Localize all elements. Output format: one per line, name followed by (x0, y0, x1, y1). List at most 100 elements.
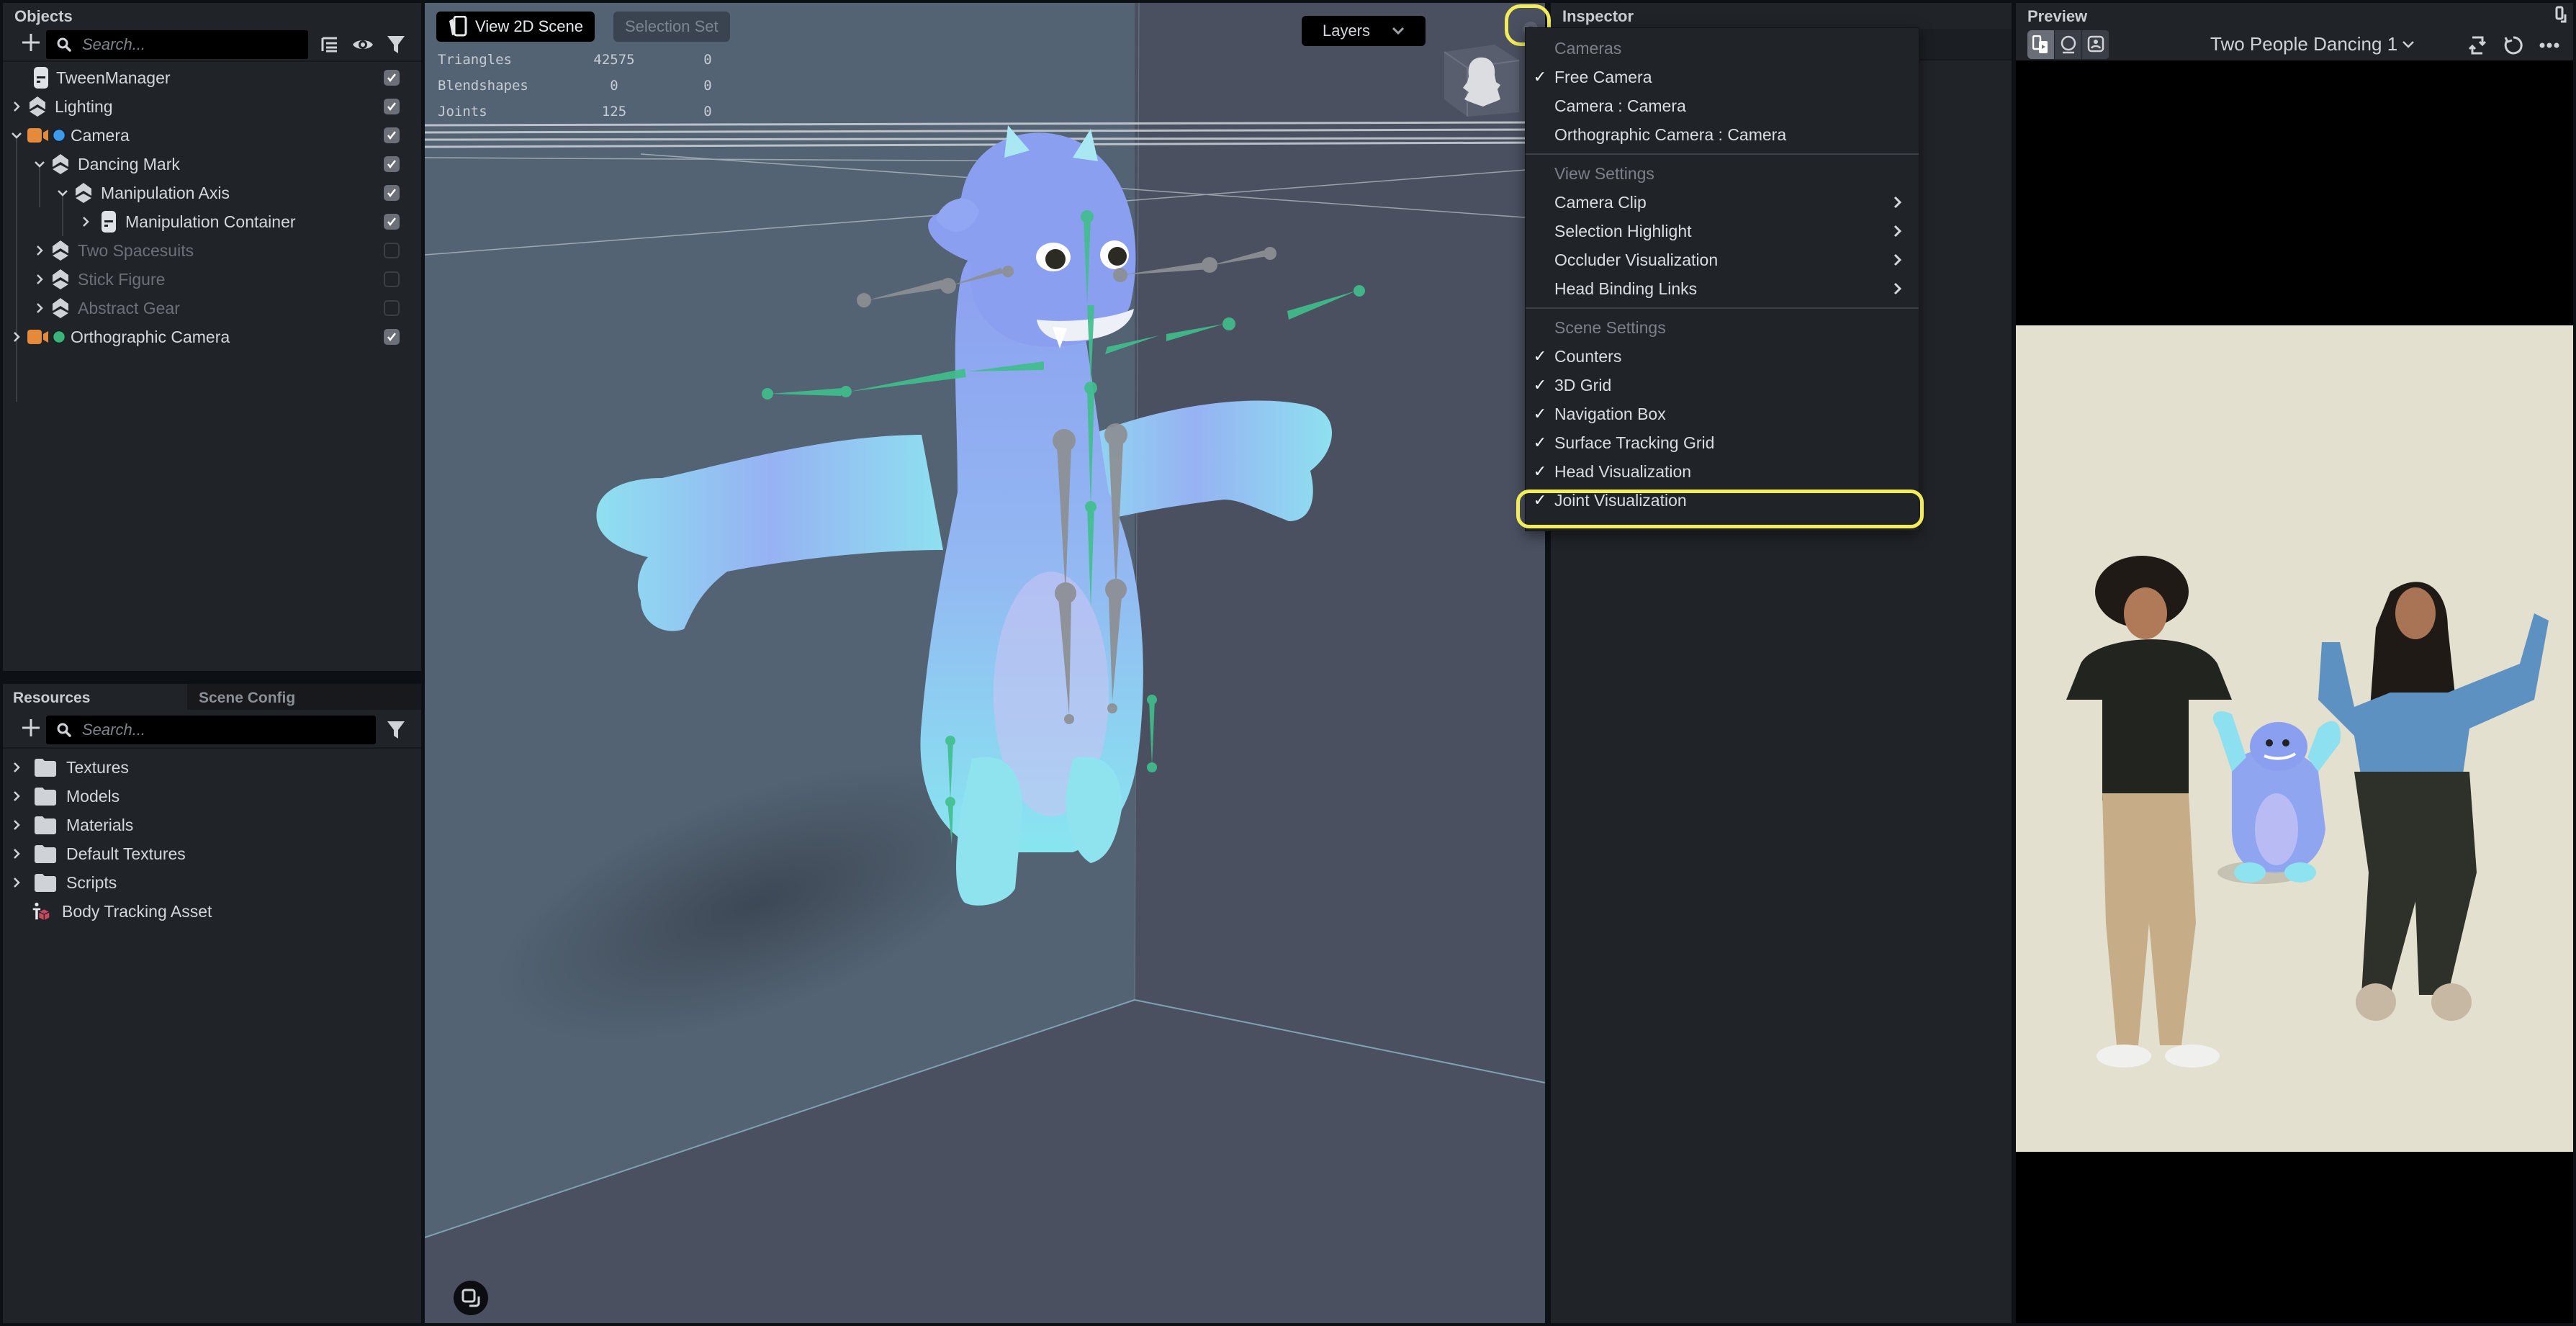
enabled-checkbox[interactable] (384, 300, 400, 316)
checkmark-icon: ✓ (1533, 376, 1547, 394)
enabled-checkbox[interactable] (384, 70, 400, 86)
restart-icon[interactable] (2503, 35, 2524, 56)
preview-person-mode[interactable] (2082, 30, 2109, 59)
tree-item-two-spacesuits[interactable]: Two Spacesuits (3, 236, 421, 265)
resource-item-body-tracking-asset[interactable]: Body Tracking Asset (3, 897, 421, 926)
menu-item-joint-visualization[interactable]: ✓ Joint Visualization (1526, 486, 1919, 515)
swap-camera-icon[interactable] (2467, 35, 2488, 56)
resource-item-scripts[interactable]: Scripts (3, 868, 421, 897)
visibility-eye-icon[interactable] (351, 33, 374, 56)
selection-set-button[interactable]: Selection Set (613, 12, 730, 42)
tree-item-label: Stick Figure (78, 269, 166, 289)
menu-item-3d-grid[interactable]: ✓ 3D Grid (1526, 371, 1919, 400)
chevron-right-icon[interactable] (33, 273, 46, 286)
objects-search[interactable] (46, 30, 308, 59)
menu-item-camera-camera[interactable]: Camera : Camera (1526, 91, 1919, 120)
enabled-checkbox[interactable] (384, 185, 400, 201)
menu-item-counters[interactable]: ✓ Counters (1526, 342, 1919, 371)
checkmark-icon: ✓ (1533, 347, 1547, 365)
resource-item-label: Default Textures (66, 844, 186, 863)
menu-item-orthographic-camera[interactable]: Orthographic Camera : Camera (1526, 120, 1919, 149)
tab-scene-config[interactable]: Scene Config (187, 684, 421, 710)
preview-device-dropdown[interactable]: Two People Dancing 1 (2210, 33, 2415, 55)
filter-icon[interactable] (384, 718, 407, 741)
resources-search-input[interactable] (82, 721, 346, 739)
menu-item-occluder-visualization[interactable]: Occluder Visualization (1526, 245, 1919, 274)
resource-item-label: Materials (66, 815, 134, 834)
layers-dropdown[interactable]: Layers (1302, 16, 1426, 46)
preview-panel: Preview Two People Dancing 1 (2016, 3, 2573, 1323)
chevron-right-icon[interactable] (10, 790, 23, 803)
chevron-down-icon[interactable] (33, 158, 46, 171)
layers-label: Layers (1322, 22, 1371, 40)
preview-render[interactable] (2016, 325, 2573, 1152)
tree-item-orthographic-camera[interactable]: Orthographic Camera (3, 323, 421, 351)
menu-item-camera-clip[interactable]: Camera Clip (1526, 188, 1919, 217)
tree-item-stick-figure[interactable]: Stick Figure (3, 265, 421, 294)
menu-item-selection-highlight[interactable]: Selection Highlight (1526, 217, 1919, 245)
chevron-right-icon[interactable] (79, 215, 92, 228)
add-object-button[interactable] (19, 32, 43, 56)
preview-webcam-mode[interactable] (2055, 30, 2082, 59)
menu-item-head-visualization[interactable]: ✓ Head Visualization (1526, 457, 1919, 486)
enabled-checkbox[interactable] (384, 156, 400, 172)
menu-item-head-binding-links[interactable]: Head Binding Links (1526, 274, 1919, 303)
chevron-right-icon[interactable] (10, 818, 23, 831)
chevron-down-icon[interactable] (56, 186, 69, 199)
chevron-right-icon[interactable] (10, 100, 23, 113)
tree-item-manipulation-axis[interactable]: Manipulation Axis (3, 179, 421, 207)
enabled-checkbox[interactable] (384, 99, 400, 114)
chevron-right-icon[interactable] (10, 847, 23, 860)
chevron-down-icon[interactable] (10, 129, 23, 142)
menu-item-surface-tracking-grid[interactable]: ✓ Surface Tracking Grid (1526, 428, 1919, 457)
resource-item-label: Body Tracking Asset (62, 901, 212, 921)
tree-item-label: Manipulation Axis (101, 183, 230, 202)
tree-item-abstract-gear[interactable]: Abstract Gear (3, 294, 421, 323)
resource-item-default-textures[interactable]: Default Textures (3, 839, 421, 868)
checkmark-icon (387, 160, 396, 169)
enabled-checkbox[interactable] (384, 243, 400, 258)
tab-resources[interactable]: Resources (3, 684, 187, 710)
tree-item-dancing-mark[interactable]: Dancing Mark (3, 150, 421, 179)
hierarchy-sort-icon[interactable] (318, 33, 341, 56)
enabled-checkbox[interactable] (384, 329, 400, 345)
chevron-right-icon[interactable] (10, 761, 23, 774)
scene-object-icon (53, 240, 68, 261)
tree-item-lighting[interactable]: Lighting (3, 92, 421, 121)
objects-tree: TweenManager Lighting Camera Dancing Mar… (3, 63, 421, 402)
filter-icon[interactable] (384, 33, 407, 56)
preview-device-label: Two People Dancing 1 (2210, 33, 2398, 55)
scene-viewport[interactable]: View 2D Scene Selection Set Triangles 425… (425, 3, 1545, 1323)
overlay-toggle-button[interactable] (454, 1281, 488, 1315)
menu-divider (1526, 153, 1919, 155)
view-2d-scene-button[interactable]: View 2D Scene (436, 12, 595, 42)
webcam-icon (2061, 35, 2076, 54)
scene-object-icon (30, 96, 45, 117)
add-resource-button[interactable] (19, 717, 43, 741)
menu-item-free-camera[interactable]: ✓ Free Camera (1526, 63, 1919, 91)
detach-panel-icon[interactable] (2554, 6, 2569, 26)
enabled-checkbox[interactable] (384, 127, 400, 143)
resource-item-models[interactable]: Models (3, 782, 421, 811)
chevron-right-icon[interactable] (10, 876, 23, 889)
counter-row: Triangles 42575 0 (438, 52, 712, 68)
resources-search[interactable] (46, 716, 376, 744)
menu-section-view-settings: View Settings (1554, 163, 1654, 183)
tree-item-tweenmanager[interactable]: TweenManager (3, 63, 421, 92)
search-icon (57, 723, 71, 737)
chevron-right-icon[interactable] (33, 244, 46, 257)
resource-item-materials[interactable]: Materials (3, 811, 421, 839)
tree-item-camera[interactable]: Camera (3, 121, 421, 150)
tree-item-manipulation-container[interactable]: Manipulation Container (3, 207, 421, 236)
chevron-right-icon[interactable] (33, 302, 46, 315)
resource-item-textures[interactable]: Textures (3, 753, 421, 782)
folder-icon (35, 759, 56, 777)
preview-video-mode[interactable] (2027, 30, 2055, 59)
enabled-checkbox[interactable] (384, 271, 400, 287)
more-options-icon[interactable] (2539, 35, 2560, 56)
objects-search-input[interactable] (82, 35, 292, 54)
menu-item-navigation-box[interactable]: ✓ Navigation Box (1526, 400, 1919, 428)
enabled-checkbox[interactable] (384, 214, 400, 230)
chevron-right-icon[interactable] (10, 330, 23, 343)
script-icon (102, 211, 116, 233)
